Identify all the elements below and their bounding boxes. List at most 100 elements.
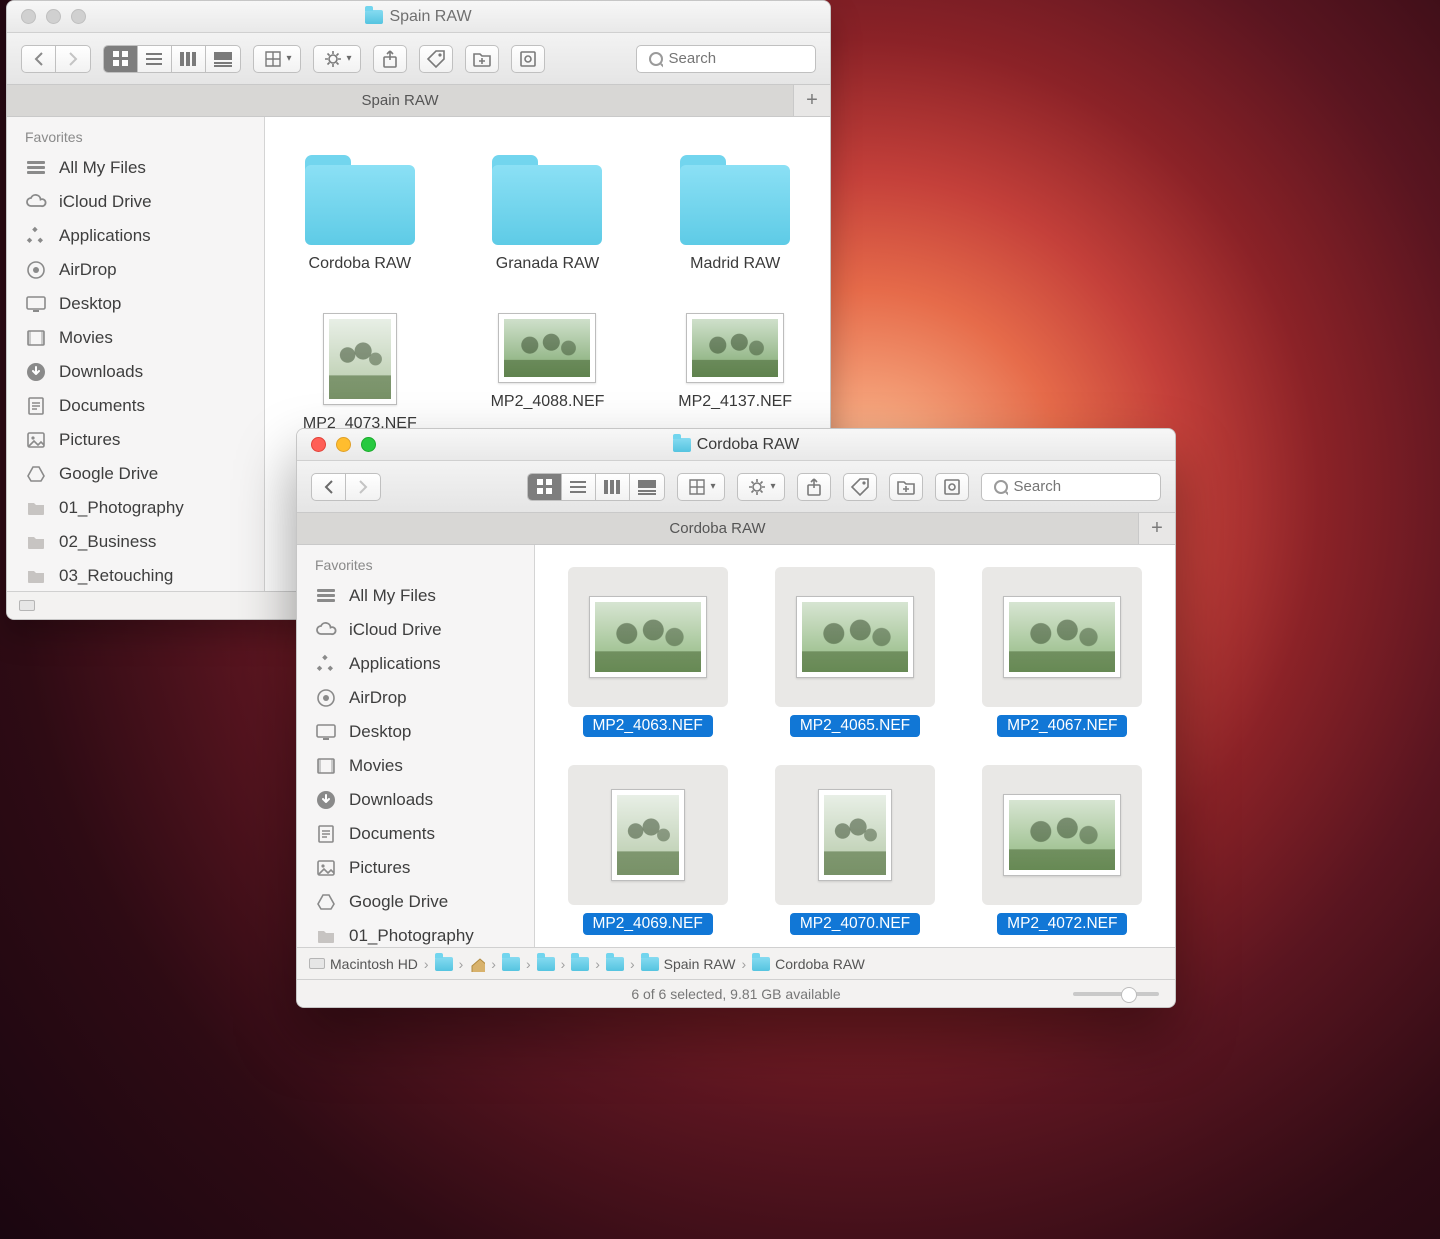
sidebar-item[interactable]: All My Files (7, 151, 264, 185)
column-view-button[interactable] (596, 474, 630, 500)
sidebar-item-label: All My Files (59, 158, 146, 178)
sidebar-item[interactable]: 01_Photography (7, 491, 264, 525)
finder-window-cordoba-raw[interactable]: Cordoba RAW ▾ ▾ Cordoba RAW + Favori (296, 428, 1176, 1008)
chevron-right-icon: › (561, 956, 566, 972)
file-item[interactable]: MP2_4073.NEF (303, 313, 417, 433)
close-button[interactable] (21, 9, 36, 24)
close-button[interactable] (311, 437, 326, 452)
back-button[interactable] (312, 474, 346, 500)
folder-item[interactable]: Madrid RAW (680, 147, 790, 273)
sidebar-item[interactable]: 01_Photography (297, 919, 534, 947)
quick-look-button[interactable] (511, 45, 545, 73)
zoom-slider[interactable] (1073, 992, 1159, 996)
sidebar-item[interactable]: All My Files (297, 579, 534, 613)
path-crumb[interactable] (502, 957, 520, 971)
sidebar[interactable]: Favorites All My FilesiCloud DriveApplic… (7, 117, 265, 591)
arrange-button[interactable]: ▾ (253, 45, 301, 73)
path-crumb[interactable]: Macintosh HD (309, 956, 418, 972)
new-tab-button[interactable]: + (794, 85, 830, 116)
sidebar-item[interactable]: Movies (297, 749, 534, 783)
zoom-button[interactable] (71, 9, 86, 24)
coverflow-view-button[interactable] (206, 46, 240, 72)
minimize-button[interactable] (336, 437, 351, 452)
new-tab-button[interactable]: + (1139, 513, 1175, 544)
file-item-selected[interactable]: MP2_4067.NEF (982, 567, 1142, 737)
titlebar[interactable]: Spain RAW (7, 1, 830, 33)
sidebar-item[interactable]: Desktop (7, 287, 264, 321)
titlebar[interactable]: Cordoba RAW (297, 429, 1175, 461)
file-label: MP2_4088.NEF (491, 393, 605, 411)
pictures-icon (25, 429, 47, 451)
search-field[interactable] (636, 45, 816, 73)
path-crumb[interactable] (571, 957, 589, 971)
sidebar[interactable]: Favorites All My FilesiCloud DriveApplic… (297, 545, 535, 947)
sidebar-item[interactable]: Documents (297, 817, 534, 851)
file-item-selected[interactable]: MP2_4070.NEF (775, 765, 935, 935)
path-crumb[interactable] (537, 957, 555, 971)
list-view-button[interactable] (138, 46, 172, 72)
sidebar-list: All My Files iCloud DriveApplicationsAirD… (7, 151, 264, 591)
sidebar-item[interactable]: iCloud Drive (7, 185, 264, 219)
sidebar-item[interactable]: Movies (7, 321, 264, 355)
action-button[interactable]: ▾ (313, 45, 361, 73)
sidebar-item[interactable]: Applications (297, 647, 534, 681)
coverflow-view-button[interactable] (630, 474, 664, 500)
new-folder-button[interactable] (889, 473, 923, 501)
share-button[interactable] (373, 45, 407, 73)
file-label: MP2_4070.NEF (790, 913, 920, 935)
icon-view-button[interactable] (528, 474, 562, 500)
column-view-button[interactable] (172, 46, 206, 72)
path-crumb[interactable] (606, 957, 624, 971)
sidebar-item[interactable]: Pictures (7, 423, 264, 457)
sidebar-item[interactable]: Applications (7, 219, 264, 253)
folder-icon (537, 957, 555, 971)
search-input[interactable] (1014, 478, 1150, 495)
tags-button[interactable] (419, 45, 453, 73)
sidebar-item[interactable]: 02_Business (7, 525, 264, 559)
sidebar-item[interactable]: iCloud Drive (297, 613, 534, 647)
folder-item[interactable]: Granada RAW (492, 147, 602, 273)
sidebar-item[interactable]: AirDrop (7, 253, 264, 287)
file-browser[interactable]: MP2_4063.NEF MP2_4065.NEF MP2_4067.NEF MP2_… (535, 545, 1175, 947)
nav-buttons (311, 473, 381, 501)
zoom-button[interactable] (361, 437, 376, 452)
file-item[interactable]: MP2_4088.NEF (491, 313, 605, 433)
sidebar-item[interactable]: AirDrop (297, 681, 534, 715)
new-folder-button[interactable] (465, 45, 499, 73)
action-button[interactable]: ▾ (737, 473, 785, 501)
list-view-button[interactable] (562, 474, 596, 500)
tab-spain-raw[interactable]: Spain RAW (7, 85, 794, 116)
path-crumb[interactable] (435, 957, 453, 971)
forward-button[interactable] (346, 474, 380, 500)
icon-view-button[interactable] (104, 46, 138, 72)
tags-button[interactable] (843, 473, 877, 501)
file-item-selected[interactable]: MP2_4072.NEF (982, 765, 1142, 935)
sidebar-item[interactable]: Downloads (7, 355, 264, 389)
sidebar-item[interactable]: Documents (7, 389, 264, 423)
folder-item[interactable]: Cordoba RAW (305, 147, 415, 273)
tab-cordoba-raw[interactable]: Cordoba RAW (297, 513, 1139, 544)
quick-look-button[interactable] (935, 473, 969, 501)
back-button[interactable] (22, 46, 56, 72)
sidebar-item[interactable]: Pictures (297, 851, 534, 885)
path-bar[interactable]: Macintosh HD›››››››Spain RAW›Cordoba RAW (297, 947, 1175, 979)
forward-button[interactable] (56, 46, 90, 72)
search-field[interactable] (981, 473, 1161, 501)
file-item[interactable]: MP2_4137.NEF (678, 313, 792, 433)
sidebar-item[interactable]: Google Drive (297, 885, 534, 919)
search-input[interactable] (669, 50, 805, 67)
sidebar-item[interactable]: Downloads (297, 783, 534, 817)
sidebar-item[interactable]: 03_Retouching (7, 559, 264, 591)
sidebar-item[interactable]: Google Drive (7, 457, 264, 491)
share-button[interactable] (797, 473, 831, 501)
sidebar-item[interactable]: Desktop (297, 715, 534, 749)
minimize-button[interactable] (46, 9, 61, 24)
file-item-selected[interactable]: MP2_4069.NEF (568, 765, 728, 935)
path-crumb[interactable]: Spain RAW (641, 956, 736, 972)
path-crumb[interactable]: Cordoba RAW (752, 956, 865, 972)
file-item-selected[interactable]: MP2_4065.NEF (775, 567, 935, 737)
path-crumb[interactable] (469, 956, 485, 972)
file-item-selected[interactable]: MP2_4063.NEF (568, 567, 728, 737)
sidebar-item-label: All My Files (349, 586, 436, 606)
arrange-button[interactable]: ▾ (677, 473, 725, 501)
